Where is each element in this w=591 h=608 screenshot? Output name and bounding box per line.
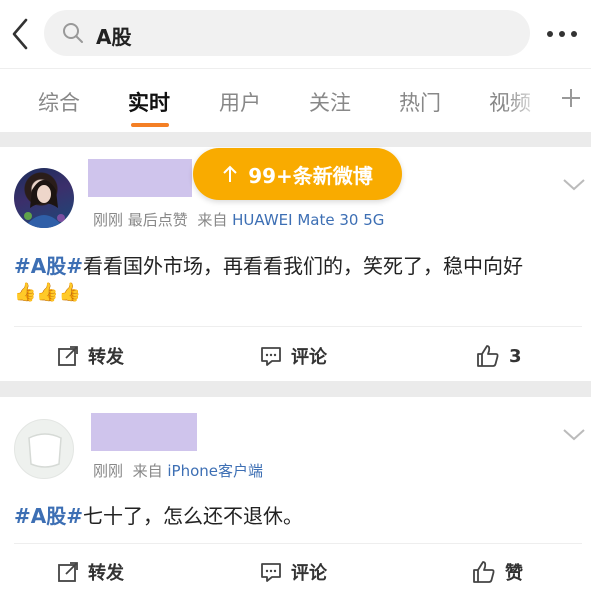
post-device: iPhone客户端	[167, 462, 263, 480]
active-tab-indicator	[131, 123, 169, 127]
avatar[interactable]	[14, 419, 74, 479]
username-redacted[interactable]	[88, 159, 192, 197]
repost-button[interactable]: 转发	[56, 343, 124, 369]
post-device: HUAWEI Mate 30 5G	[232, 211, 385, 229]
like-label: 赞	[505, 563, 523, 584]
more-options-icon[interactable]	[544, 24, 584, 44]
top-bar: A股	[0, 0, 591, 68]
back-arrow-icon[interactable]	[6, 14, 36, 54]
tab-hot[interactable]: 热门	[399, 87, 441, 117]
comment-label: 评论	[291, 563, 327, 584]
tab-bar: 综合 实时 用户 关注 热门 视频	[0, 68, 591, 132]
avatar-figure-icon	[24, 180, 65, 228]
post-body: 七十了，怎么还不退休。	[83, 504, 303, 528]
tab-following[interactable]: 关注	[309, 87, 351, 117]
avatar[interactable]	[14, 168, 74, 228]
divider	[14, 543, 582, 544]
comment-icon	[261, 347, 281, 366]
thumbs-up-emojis: 👍👍👍	[14, 282, 82, 303]
default-avatar-icon	[28, 433, 62, 468]
comment-icon	[261, 563, 281, 582]
repost-button[interactable]: 转发	[56, 559, 124, 585]
post-text: #A股#看看国外市场，再看看我们的，笑死了，稳中向好	[14, 250, 523, 279]
repost-label: 转发	[88, 347, 124, 368]
search-icon	[63, 23, 83, 43]
like-thumb-icon	[473, 561, 495, 583]
comment-button[interactable]: 评论	[259, 559, 327, 585]
repost-label: 转发	[88, 563, 124, 584]
post-menu-chevron-icon[interactable]	[562, 428, 586, 442]
post-source-label: 来自	[197, 211, 228, 229]
tab-fade	[506, 69, 560, 132]
comment-button[interactable]: 评论	[259, 343, 327, 369]
add-tab-icon[interactable]	[560, 87, 582, 109]
post-time: 刚刚	[93, 462, 124, 480]
divider	[14, 326, 582, 327]
comment-label: 评论	[291, 347, 327, 368]
hashtag-link[interactable]: #A股#	[14, 504, 83, 528]
like-count: 3	[509, 345, 522, 367]
post-text: #A股#七十了，怎么还不退休。	[14, 500, 303, 529]
like-button[interactable]: 赞	[471, 559, 523, 585]
tab-users[interactable]: 用户	[219, 87, 261, 117]
arrow-up-icon	[223, 165, 237, 182]
post-meta: 刚刚 来自 iPhone客户端	[93, 460, 263, 481]
repost-icon	[58, 346, 78, 366]
new-posts-button[interactable]: 99+条新微博	[193, 148, 402, 200]
post-time: 刚刚	[93, 211, 124, 229]
post-menu-chevron-icon[interactable]	[562, 178, 586, 192]
post-source-label: 来自	[132, 462, 163, 480]
tab-comprehensive[interactable]: 综合	[38, 87, 80, 117]
new-posts-label: 99+条新微博	[248, 163, 373, 188]
username-redacted[interactable]	[91, 413, 197, 451]
search-bar[interactable]: A股	[44, 10, 530, 56]
post-meta: 刚刚 最后点赞 来自 HUAWEI Mate 30 5G	[93, 209, 384, 230]
search-query[interactable]: A股	[96, 21, 131, 50]
like-button[interactable]: 3	[475, 343, 522, 369]
hashtag-link[interactable]: #A股#	[14, 254, 83, 278]
post-body: 看看国外市场，再看看我们的，笑死了，稳中向好	[83, 254, 523, 278]
post-last-liked: 最后点赞	[127, 211, 188, 229]
repost-icon	[58, 562, 78, 582]
like-thumb-icon	[477, 345, 499, 367]
post-card: 刚刚 来自 iPhone客户端 #A股#七十了，怎么还不退休。 转发 评论 赞	[0, 397, 591, 608]
tab-realtime[interactable]: 实时	[128, 87, 170, 117]
